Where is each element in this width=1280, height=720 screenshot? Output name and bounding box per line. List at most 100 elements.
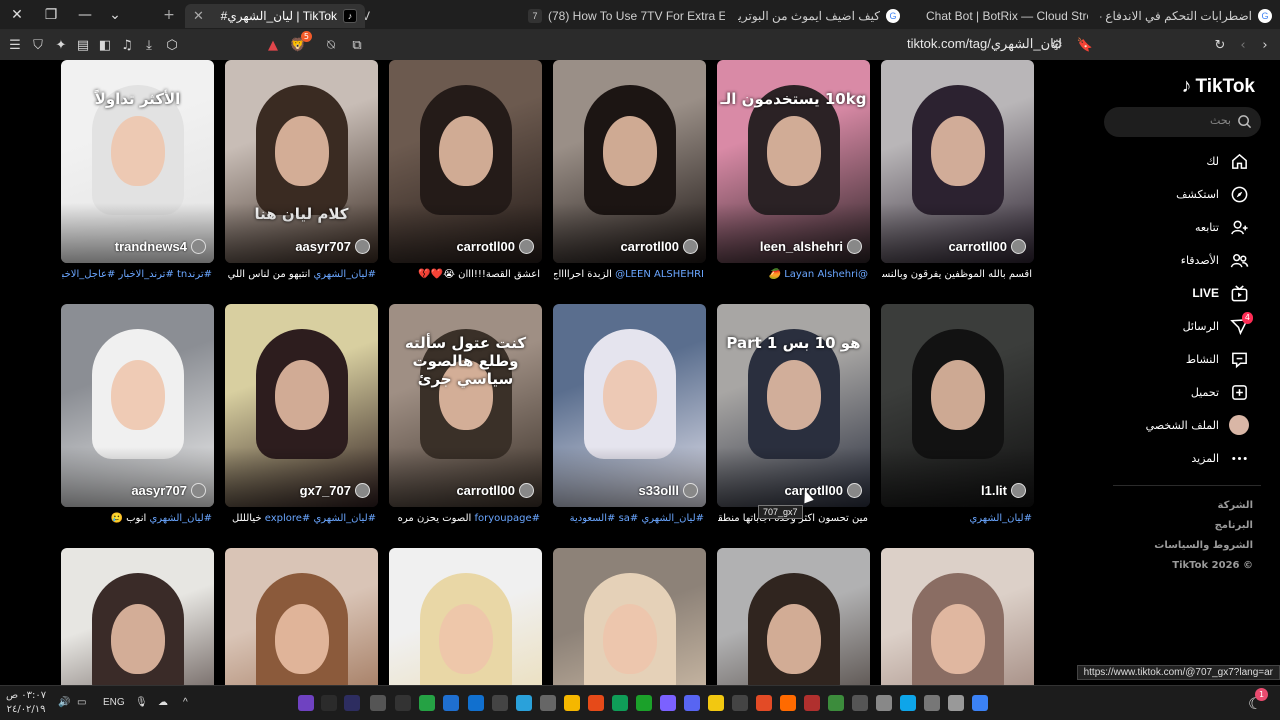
- taskbar-app-icon[interactable]: [468, 695, 484, 711]
- nav-item-compass[interactable]: استكشف: [1176, 182, 1249, 206]
- tab-google-search-2[interactable]: G اضطرابات التحكم في الاندفاع - بحث: [1100, 4, 1280, 28]
- shield-icon[interactable]: ⛉: [27, 34, 49, 56]
- taskbar-app-icon[interactable]: [588, 695, 604, 711]
- video-caption[interactable]: LEEN ALSHEHRI@ الزبدة احرااااج: [554, 268, 704, 282]
- search-input[interactable]: بحث: [1104, 107, 1261, 137]
- video-author[interactable]: carrotll00: [456, 239, 534, 254]
- video-author[interactable]: trandnews4: [115, 239, 206, 254]
- brave-shields-icon[interactable]: 🦁 5: [287, 31, 312, 56]
- extensions-icon[interactable]: ⬡: [161, 34, 183, 56]
- taskbar-app-icon[interactable]: [660, 695, 676, 711]
- video-thumbnail[interactable]: [389, 548, 542, 685]
- taskbar-app-icon[interactable]: [298, 695, 314, 711]
- video-thumbnail[interactable]: l1.lit: [881, 304, 1034, 507]
- reader-icon[interactable]: ▤: [72, 34, 94, 56]
- taskbar-app-icon[interactable]: [636, 695, 652, 711]
- video-caption[interactable]: #ليان_الشهري: [882, 512, 1032, 526]
- sidebar-icon[interactable]: ◧: [94, 34, 116, 56]
- video-thumbnail[interactable]: الأكثر تداولاً trandnews4: [61, 60, 214, 263]
- video-caption[interactable]: اعشق القصة!!!ااان 😭❤️💔: [390, 268, 540, 282]
- taskbar-app-icon[interactable]: [780, 695, 796, 711]
- video-author[interactable]: carrotll00: [948, 239, 1026, 254]
- video-author[interactable]: aasyr707: [295, 239, 370, 254]
- video-caption[interactable]: #ليان_الشهري انوب 🥲: [62, 512, 213, 526]
- wand-icon[interactable]: ✦: [50, 34, 72, 56]
- video-thumbnail[interactable]: gx7_707: [225, 304, 378, 507]
- video-thumbnail[interactable]: [553, 548, 706, 685]
- tab-tiktok-active[interactable]: ✕ #ليان_الشهري | TikTok ♪: [185, 4, 365, 28]
- video-thumbnail[interactable]: carrotll00: [553, 60, 706, 263]
- tab-google-search-1[interactable]: G كيف اضيف ايموث من البوتريكس - بحث: [738, 4, 908, 28]
- close-window-icon[interactable]: ✕: [0, 0, 34, 30]
- footer-company-link[interactable]: الشركة: [1218, 500, 1253, 511]
- tab-botrix[interactable]: Chat Bot | BotRix — Cloud Streaming: [918, 4, 1088, 28]
- video-caption[interactable]: #ترندtn #ترند_الاخبار #عاجل_الاخبار: [62, 268, 212, 282]
- caption-hashtags[interactable]: #ليان_الشهري: [969, 513, 1032, 524]
- taskbar-app-icon[interactable]: [684, 695, 700, 711]
- reload-icon[interactable]: ↻: [1209, 34, 1231, 56]
- taskbar-app-icon[interactable]: [321, 695, 337, 711]
- video-thumbnail[interactable]: [225, 548, 378, 685]
- taskbar-app-icon[interactable]: [948, 695, 964, 711]
- network-icon[interactable]: ▭: [77, 697, 86, 708]
- tray-overflow-icon[interactable]: ^: [183, 697, 188, 708]
- taskbar-app-icon[interactable]: [876, 695, 892, 711]
- tab-youtube[interactable]: 7 (78) How To Use 7TV For Extra Emote ▶: [520, 4, 725, 28]
- restore-window-icon[interactable]: ❐: [34, 0, 68, 30]
- taskbar-app-icon[interactable]: [804, 695, 820, 711]
- caption-hashtags[interactable]: #ليان_الشهري #explore: [262, 513, 376, 524]
- taskbar-app-icon[interactable]: [395, 695, 411, 711]
- video-author[interactable]: leen_alshehri: [760, 239, 862, 254]
- menu-icon[interactable]: ☰: [4, 34, 26, 56]
- taskbar-app-icon[interactable]: [828, 695, 844, 711]
- video-thumbnail[interactable]: aasyr707: [61, 304, 214, 507]
- caption-hashtags[interactable]: LEEN ALSHEHRI@: [612, 269, 704, 280]
- close-tab-icon[interactable]: ✕: [193, 8, 204, 24]
- nav-item-activity[interactable]: النشاط: [1186, 347, 1249, 371]
- caption-hashtags[interactable]: #ترندtn #ترند_الاخبار #عاجل_الاخبار: [62, 269, 212, 280]
- nav-item-home[interactable]: لك: [1206, 149, 1249, 173]
- video-thumbnail[interactable]: s33olll: [553, 304, 706, 507]
- nav-item-more[interactable]: المزيد: [1191, 446, 1249, 470]
- onedrive-icon[interactable]: ☁: [158, 697, 168, 708]
- music-icon[interactable]: ♫: [116, 34, 138, 56]
- minimize-window-icon[interactable]: —: [68, 0, 102, 30]
- video-author[interactable]: carrotll00: [620, 239, 698, 254]
- clock[interactable]: ٠٣:٠٧ ص ٢٤/٠٢/١٩: [6, 689, 46, 717]
- video-caption[interactable]: #ليان_الشهري #explore خيالللل: [226, 512, 376, 526]
- video-thumbnail[interactable]: [61, 548, 214, 685]
- nav-item-messages[interactable]: 4 الرسائل: [1183, 312, 1253, 338]
- forward-icon[interactable]: ‹: [1232, 34, 1254, 56]
- taskbar-app-icon[interactable]: [492, 695, 508, 711]
- new-tab-icon[interactable]: +: [152, 0, 186, 30]
- caption-hashtags[interactable]: #foryoupage: [471, 513, 541, 524]
- video-thumbnail[interactable]: كلام ليان هناaasyr707: [225, 60, 378, 263]
- taskbar-app-icon[interactable]: [419, 695, 435, 711]
- translate-icon[interactable]: ⍉: [320, 34, 342, 56]
- caption-hashtags[interactable]: #ليان_الشهري #sa #السعودية: [570, 513, 704, 524]
- taskbar-app-icon[interactable]: [924, 695, 940, 711]
- taskbar-app-icon[interactable]: [516, 695, 532, 711]
- video-thumbnail[interactable]: carrotll00: [389, 60, 542, 263]
- taskbar-app-icon[interactable]: [612, 695, 628, 711]
- video-author[interactable]: aasyr707: [131, 483, 206, 498]
- taskbar-app-icon[interactable]: [900, 695, 916, 711]
- taskbar-app-icon[interactable]: [443, 695, 459, 711]
- taskbar-app-icon[interactable]: [370, 695, 386, 711]
- video-thumbnail[interactable]: [881, 548, 1034, 685]
- video-caption[interactable]: @Layan Alshehri 🥭: [718, 268, 868, 282]
- footer-terms-link[interactable]: الشروط والسياسات: [1154, 540, 1253, 551]
- taskbar-app-icon[interactable]: [732, 695, 748, 711]
- tiktok-logo[interactable]: ♪ TikTok: [1182, 75, 1255, 98]
- taskbar-app-icon[interactable]: [344, 695, 360, 711]
- language-indicator[interactable]: ENG: [103, 697, 125, 708]
- video-thumbnail[interactable]: كنت عتول سألته وطلع هالصوت سياسي جرئ carr…: [389, 304, 542, 507]
- video-thumbnail[interactable]: هو 10 بس Part 1 carrotll00: [717, 304, 870, 507]
- video-caption[interactable]: #foryoupage الصوت يحزن مره: [390, 512, 540, 526]
- nav-item-profile[interactable]: الملف الشخصي: [1146, 413, 1249, 437]
- taskbar-app-icon[interactable]: [852, 695, 868, 711]
- video-author[interactable]: gx7_707: [300, 483, 370, 498]
- back-icon[interactable]: ›: [1254, 34, 1276, 56]
- address-bar[interactable]: tiktok.com/tag/ليان_الشهري: [907, 36, 1062, 52]
- taskbar-app-icon[interactable]: [708, 695, 724, 711]
